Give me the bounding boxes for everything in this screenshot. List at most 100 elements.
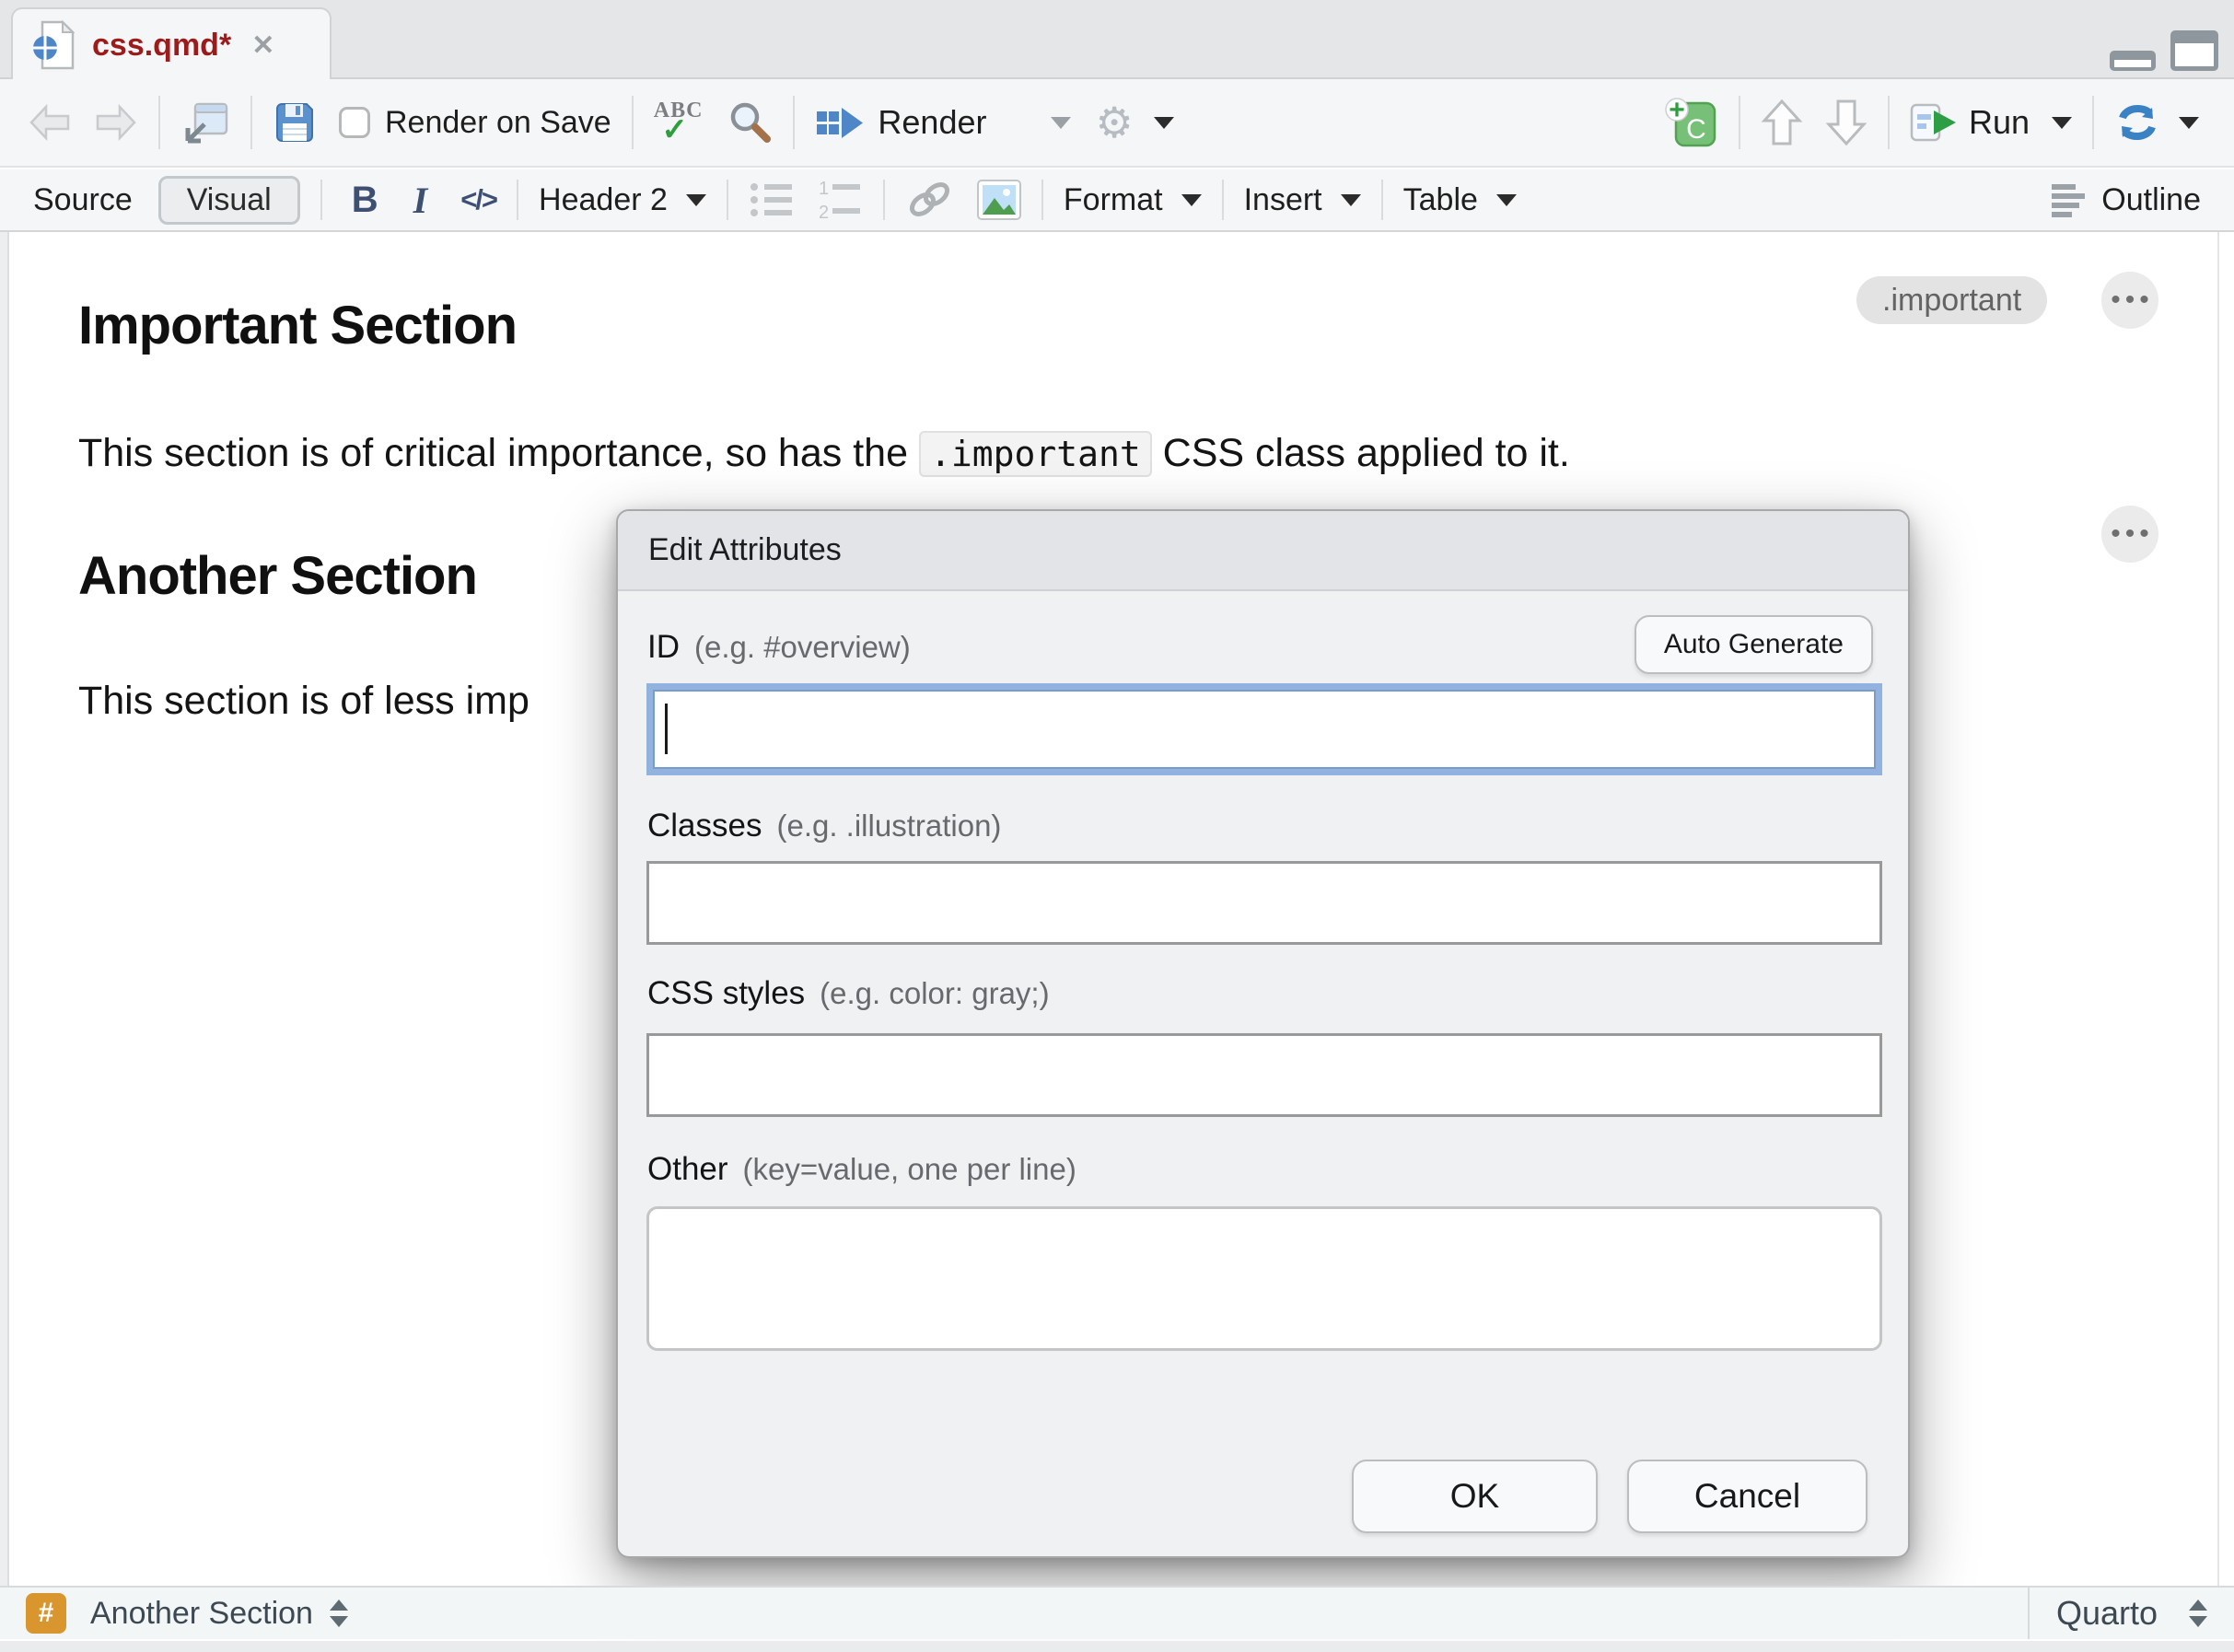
toolbar-separator	[517, 180, 518, 220]
window-bottom-edge	[0, 1641, 2234, 1652]
ok-button[interactable]: OK	[1352, 1460, 1598, 1533]
editor-mode-selector[interactable]: Quarto	[2028, 1588, 2234, 1639]
outline-label: Outline	[2101, 182, 2201, 218]
inline-code-button[interactable]: </>	[460, 183, 496, 216]
svg-text:+: +	[1669, 96, 1685, 125]
editor-status-bar: # Another Section Quarto	[0, 1586, 2234, 1639]
css-class-badge[interactable]: .important	[1856, 276, 2047, 324]
current-section-selector[interactable]: Another Section	[90, 1596, 313, 1632]
source-document-button[interactable]	[2114, 99, 2160, 145]
section-options-button-2[interactable]: •••	[2101, 506, 2158, 563]
outline-toggle-button[interactable]: Outline	[2048, 181, 2201, 218]
tab-title: css.qmd*	[92, 28, 231, 64]
source-dropdown-caret-icon[interactable]	[2179, 117, 2199, 139]
minimize-pane-icon[interactable]	[2109, 50, 2157, 72]
auto-generate-button[interactable]: Auto Generate	[1635, 615, 1873, 674]
format-menu[interactable]: Format	[1064, 182, 1202, 218]
image-button[interactable]	[977, 180, 1021, 220]
toolbar-separator	[632, 96, 634, 149]
toolbar-separator	[1222, 180, 1224, 220]
editor-toolbar: Render on Save ABC ✓ Render ⚙	[0, 79, 2234, 168]
cancel-button[interactable]: Cancel	[1627, 1460, 1867, 1533]
css-styles-hint: (e.g. color: gray;)	[820, 976, 1049, 1011]
paragraph-1-text-end: CSS class applied to it.	[1152, 431, 1570, 475]
editor-left-gutter	[0, 232, 9, 1586]
inline-code-chip[interactable]: .important	[919, 431, 1152, 477]
render-label: Render	[878, 103, 986, 142]
classes-label: Classes	[647, 808, 762, 844]
toolbar-separator	[320, 180, 322, 220]
bold-button[interactable]: B	[352, 180, 378, 221]
link-button[interactable]	[905, 179, 955, 221]
render-dropdown-caret-icon[interactable]	[1051, 117, 1071, 139]
heading-hash-icon: #	[26, 1593, 66, 1634]
paragraph-style-dropdown[interactable]: Header 2	[539, 182, 706, 218]
id-label: ID	[647, 629, 680, 666]
editor-right-gutter	[2217, 232, 2219, 1586]
open-in-new-window-button[interactable]	[180, 100, 230, 145]
run-button[interactable]: Run	[1910, 100, 2072, 145]
options-dropdown-caret-icon[interactable]	[1154, 117, 1174, 139]
paragraph-2[interactable]: This section is of less imp	[78, 679, 529, 724]
section-options-button[interactable]: •••	[2101, 272, 2158, 329]
other-label-row: Other (key=value, one per line)	[647, 1151, 1076, 1188]
numbered-list-button[interactable]: 1 2	[817, 179, 863, 221]
header-dropdown-caret-icon	[686, 194, 706, 216]
source-mode-button[interactable]: Source	[33, 182, 133, 218]
toolbar-separator	[1888, 96, 1890, 149]
gear-icon[interactable]: ⚙	[1095, 101, 1133, 144]
css-styles-label-row: CSS styles (e.g. color: gray;)	[647, 975, 1050, 1012]
format-menu-caret-icon	[1181, 194, 1202, 216]
run-label: Run	[1969, 103, 2030, 142]
svg-text:C: C	[1686, 114, 1706, 145]
pane-window-buttons	[2109, 0, 2219, 79]
css-styles-label: CSS styles	[647, 975, 805, 1012]
save-button[interactable]	[273, 100, 317, 145]
section-heading-another[interactable]: Another Section	[78, 545, 477, 607]
render-on-save-checkbox[interactable]: Render on Save	[339, 105, 611, 141]
section-selector-arrows-icon[interactable]	[330, 1600, 348, 1627]
section-heading-important[interactable]: Important Section	[78, 295, 517, 356]
classes-label-row: Classes (e.g. .illustration)	[647, 808, 1001, 844]
svg-text:2: 2	[819, 203, 829, 221]
forward-button[interactable]	[94, 103, 138, 142]
toolbar-separator	[158, 96, 160, 149]
render-button[interactable]: Render	[815, 102, 986, 143]
other-input[interactable]	[646, 1206, 1882, 1351]
id-input[interactable]	[653, 690, 1876, 769]
spellcheck-button[interactable]: ABC ✓	[654, 99, 704, 145]
id-label-row: ID (e.g. #overview)	[647, 629, 911, 666]
rstudio-source-pane: css.qmd* ✕	[0, 0, 2234, 1652]
paragraph-1[interactable]: This section is of critical importance, …	[78, 431, 1570, 476]
run-next-chunk-button[interactable]	[1825, 98, 1867, 147]
paragraph-1-text: This section is of critical importance, …	[78, 431, 919, 475]
formatting-toolbar: Source Visual B I </> Header 2 1 2	[0, 169, 2234, 232]
tab-css-qmd[interactable]: css.qmd* ✕	[11, 7, 332, 81]
spellcheck-check-icon: ✓	[661, 114, 688, 145]
toolbar-separator	[1739, 96, 1740, 149]
classes-input[interactable]	[646, 861, 1882, 945]
insert-menu-caret-icon	[1341, 194, 1361, 216]
close-tab-icon[interactable]: ✕	[251, 29, 274, 62]
toolbar-separator	[883, 180, 885, 220]
toolbar-separator	[250, 96, 252, 149]
table-menu-caret-icon	[1496, 194, 1517, 216]
dialog-header[interactable]: Edit Attributes	[618, 511, 1908, 591]
other-label: Other	[647, 1151, 728, 1188]
id-hint: (e.g. #overview)	[694, 630, 911, 665]
italic-button[interactable]: I	[413, 179, 428, 222]
find-replace-button[interactable]	[727, 99, 773, 145]
insert-code-chunk-button[interactable]: C +	[1665, 96, 1718, 149]
table-menu[interactable]: Table	[1403, 182, 1517, 218]
run-dropdown-caret-icon[interactable]	[2052, 117, 2072, 139]
bulleted-list-button[interactable]	[749, 179, 795, 221]
run-previous-chunks-button[interactable]	[1761, 98, 1803, 147]
toolbar-separator	[1041, 180, 1043, 220]
back-button[interactable]	[28, 103, 72, 142]
checkbox-icon[interactable]	[339, 107, 370, 138]
maximize-pane-icon[interactable]	[2170, 29, 2219, 72]
visual-mode-button[interactable]: Visual	[158, 176, 300, 225]
css-styles-input[interactable]	[646, 1033, 1882, 1117]
toolbar-separator	[727, 180, 728, 220]
insert-menu[interactable]: Insert	[1244, 182, 1361, 218]
